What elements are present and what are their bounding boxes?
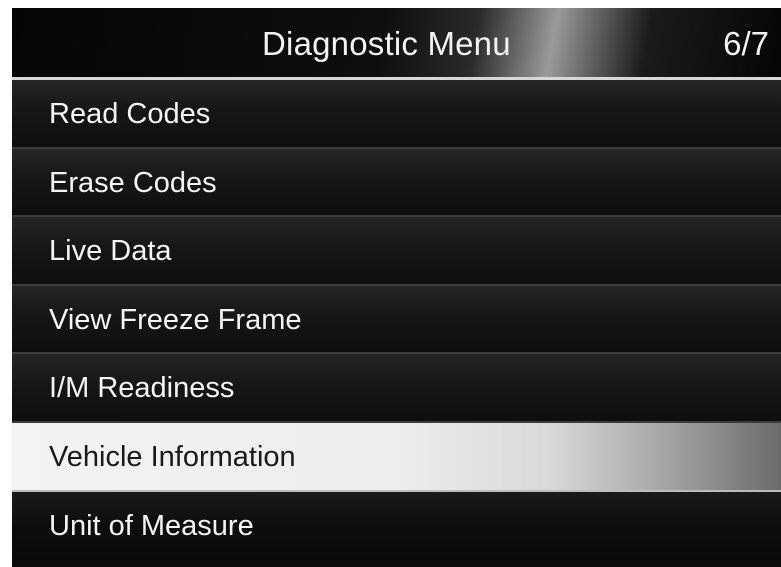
menu-item-live-data[interactable]: Live Data (12, 217, 781, 286)
diagnostic-menu-list: Read Codes Erase Codes Live Data View Fr… (12, 80, 781, 567)
page-indicator: 6/7 (723, 25, 769, 62)
page-title: Diagnostic Menu (262, 25, 511, 62)
menu-item-view-freeze-frame[interactable]: View Freeze Frame (12, 285, 781, 355)
menu-item-label: Vehicle Information (49, 440, 296, 473)
header-bar: Diagnostic Menu 6/7 (12, 8, 781, 80)
menu-item-label: Read Codes (49, 98, 211, 130)
menu-item-label: Unit of Measure (49, 509, 254, 542)
menu-item-erase-codes[interactable]: Erase Codes (12, 148, 781, 218)
menu-item-label: Live Data (49, 235, 172, 268)
menu-item-unit-of-measure[interactable]: Unit of Measure (12, 491, 781, 561)
menu-item-read-codes[interactable]: Read Codes (12, 80, 781, 149)
diagnostic-screen: Diagnostic Menu 6/7 Read Codes Erase Cod… (12, 8, 781, 567)
menu-item-label: Erase Codes (49, 166, 217, 199)
menu-item-label: View Freeze Frame (49, 303, 302, 336)
menu-item-im-readiness[interactable]: I/M Readiness (12, 354, 781, 423)
menu-item-vehicle-information[interactable]: Vehicle Information (12, 422, 781, 492)
menu-item-label: I/M Readiness (49, 372, 235, 405)
